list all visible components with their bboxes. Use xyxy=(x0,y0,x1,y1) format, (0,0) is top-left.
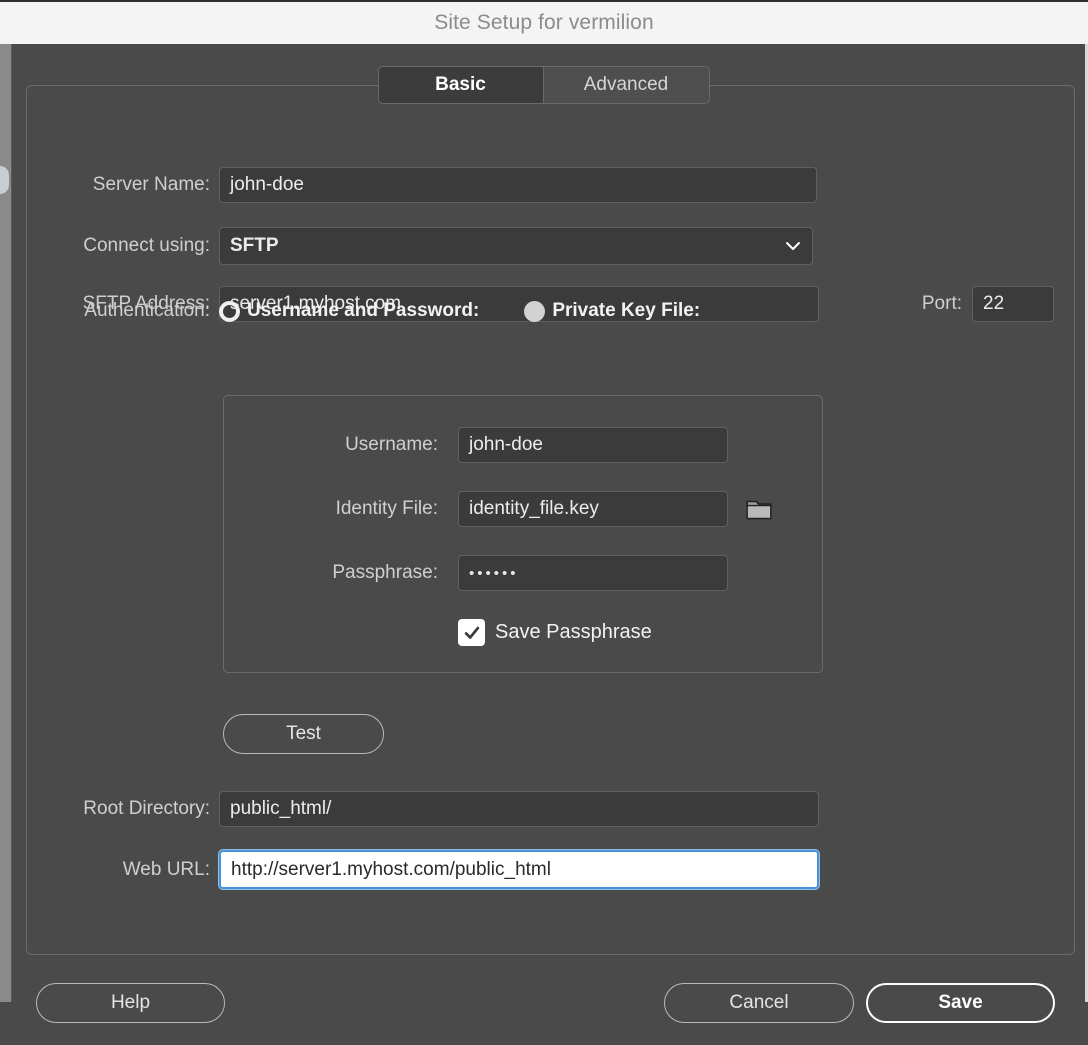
dialog-body: Basic Advanced Server Name: john-doe Con… xyxy=(11,44,1088,1002)
save-button[interactable]: Save xyxy=(866,983,1055,1023)
test-button[interactable]: Test xyxy=(223,714,384,754)
site-setup-window: Site Setup for vermilion Basic Advanced … xyxy=(0,0,1088,1002)
chevron-down-icon xyxy=(784,237,802,255)
web-url-input[interactable]: http://server1.myhost.com/public_html xyxy=(219,850,819,889)
auth-radio-username[interactable]: Username and Password: xyxy=(219,300,479,322)
background-window-element xyxy=(0,166,9,194)
connect-using-select[interactable]: SFTP xyxy=(219,227,813,265)
auth-username-label: Username and Password: xyxy=(247,300,479,322)
cancel-button[interactable]: Cancel xyxy=(664,983,854,1023)
port-input[interactable]: 22 xyxy=(972,286,1054,322)
identity-file-row: Identity File: identity_file.key xyxy=(223,491,823,527)
passphrase-input[interactable]: •••••• xyxy=(458,555,728,591)
save-passphrase-label: Save Passphrase xyxy=(495,621,652,644)
identity-file-input[interactable]: identity_file.key xyxy=(458,491,728,527)
passphrase-row: Passphrase: •••••• xyxy=(223,555,823,591)
passphrase-label: Passphrase: xyxy=(223,562,438,584)
port-row: Port: 22 xyxy=(900,286,1054,322)
authentication-label: Authentication: xyxy=(26,300,210,322)
username-row: Username: john-doe xyxy=(223,427,823,463)
tab-advanced[interactable]: Advanced xyxy=(544,66,710,104)
root-directory-input[interactable]: public_html/ xyxy=(219,791,819,827)
auth-radio-private-key[interactable]: Private Key File: xyxy=(524,300,700,322)
connect-using-row: Connect using: SFTP xyxy=(26,227,826,265)
server-name-label: Server Name: xyxy=(26,174,210,196)
username-input[interactable]: john-doe xyxy=(458,427,728,463)
help-button[interactable]: Help xyxy=(36,983,225,1023)
background-window-sliver xyxy=(0,44,11,1002)
authentication-row: Authentication: Username and Password: P… xyxy=(26,300,826,322)
identity-file-label: Identity File: xyxy=(223,498,438,520)
tab-bar: Basic Advanced xyxy=(12,66,1075,104)
check-icon xyxy=(463,624,481,642)
dialog-footer: Help Cancel Save xyxy=(12,965,1075,1045)
server-name-row: Server Name: john-doe xyxy=(26,167,826,203)
root-directory-row: Root Directory: public_html/ xyxy=(26,791,826,827)
port-label: Port: xyxy=(900,293,962,315)
save-passphrase-checkbox-row[interactable]: Save Passphrase xyxy=(458,619,652,646)
radio-selected-icon xyxy=(219,301,240,322)
save-passphrase-checkbox[interactable] xyxy=(458,619,485,646)
server-name-input[interactable]: john-doe xyxy=(219,167,817,203)
web-url-row: Web URL: http://server1.myhost.com/publi… xyxy=(26,850,826,889)
folder-icon[interactable] xyxy=(746,497,772,521)
tab-basic[interactable]: Basic xyxy=(378,66,544,104)
connect-using-value: SFTP xyxy=(230,235,279,257)
web-url-label: Web URL: xyxy=(26,859,210,881)
root-directory-label: Root Directory: xyxy=(26,798,210,820)
radio-unselected-icon xyxy=(524,301,545,322)
connect-using-label: Connect using: xyxy=(26,235,210,257)
auth-private-key-label: Private Key File: xyxy=(552,300,700,322)
username-label: Username: xyxy=(223,434,438,456)
title-bar: Site Setup for vermilion xyxy=(0,0,1088,44)
window-title: Site Setup for vermilion xyxy=(434,11,654,35)
